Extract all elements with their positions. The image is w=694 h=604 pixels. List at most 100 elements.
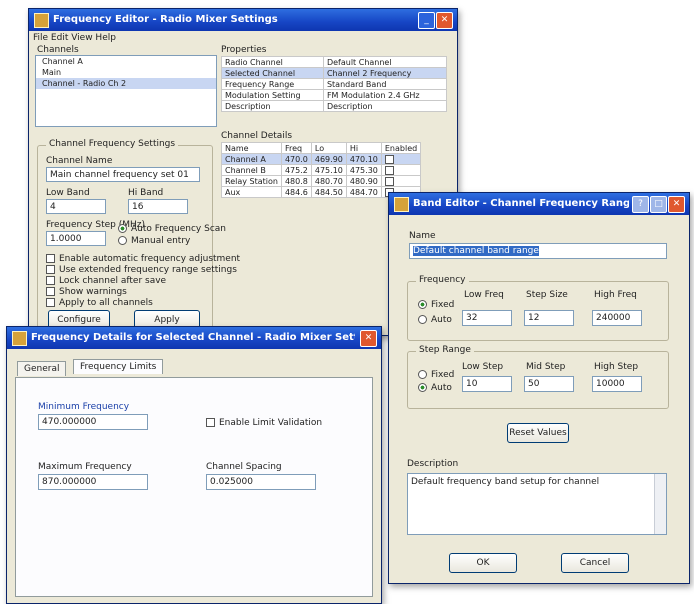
channel-list[interactable]: Channel A Main Channel - Radio Ch 2 (35, 55, 217, 127)
low-band-input[interactable]: 4 (46, 199, 106, 214)
option-label: Use extended frequency range settings (59, 265, 237, 275)
table-row[interactable]: Selected Channel Channel 2 Frequency (221, 67, 448, 79)
maximize-icon[interactable]: □ (650, 196, 667, 213)
cell: 480.8 (280, 175, 312, 187)
auto-option[interactable]: Auto (418, 315, 452, 325)
main-window-title: Frequency Editor - Radio Mixer Settings (53, 14, 278, 25)
option-checkbox[interactable] (46, 254, 55, 263)
main-menu-bar[interactable]: File Edit View Help (33, 33, 116, 43)
table-row[interactable]: Radio Channel Default Channel (221, 56, 448, 68)
high-step-input[interactable]: 10000 (592, 376, 642, 392)
enabled-cell[interactable] (380, 164, 422, 176)
manual-radio[interactable] (118, 236, 127, 245)
low-step-input[interactable]: 10 (462, 376, 512, 392)
prop-value[interactable]: Channel 2 Frequency (322, 67, 448, 79)
auto-step-radio[interactable] (418, 383, 427, 392)
prop-value[interactable]: Standard Band (322, 78, 448, 90)
limit-validation-option[interactable]: Enable Limit Validation (206, 418, 322, 428)
low-freq-header: Low Freq (464, 290, 504, 300)
step-input[interactable]: 1.0000 (46, 231, 106, 246)
description-textarea[interactable]: Default frequency band setup for channel (407, 473, 667, 535)
properties-label: Properties (221, 45, 267, 55)
option-2[interactable]: Use extended frequency range settings (46, 265, 237, 275)
low-freq-input[interactable]: 32 (462, 310, 512, 326)
table-row[interactable]: Channel A 470.0 469.90 470.10 (221, 153, 422, 165)
minimize-icon[interactable]: _ (418, 12, 435, 29)
tab-frequency-limits[interactable]: Frequency Limits (73, 359, 164, 374)
prop-value[interactable]: FM Modulation 2.4 GHz (322, 89, 448, 101)
cell: 469.90 (310, 153, 347, 165)
option-5[interactable]: Apply to all channels (46, 298, 153, 308)
frequency-dialog-title-bar[interactable]: Frequency Details for Selected Channel -… (7, 327, 381, 349)
cancel-button[interactable]: Cancel (561, 553, 629, 573)
hi-band-input[interactable]: 16 (128, 199, 188, 214)
tab-general[interactable]: General (17, 361, 67, 376)
reset-values-button[interactable]: Reset Values (507, 423, 569, 443)
high-freq-input[interactable]: 240000 (592, 310, 642, 326)
enabled-cell[interactable] (380, 153, 422, 165)
column-header[interactable]: Name (221, 142, 282, 154)
cell: Aux (221, 186, 282, 198)
option-3[interactable]: Lock channel after save (46, 276, 166, 286)
band-name-input[interactable]: Default channel band range (409, 243, 667, 259)
table-row[interactable]: Description Description (221, 100, 448, 112)
enabled-checkbox[interactable] (384, 165, 394, 175)
table-row[interactable]: Channel B 475.2 475.10 475.30 (221, 164, 422, 176)
scrollbar[interactable] (654, 474, 666, 534)
enabled-checkbox[interactable] (384, 176, 394, 186)
table-row[interactable]: Relay Station 480.8 480.70 480.90 (221, 175, 422, 187)
prop-value[interactable]: Default Channel (322, 56, 448, 68)
auto-step-option[interactable]: Auto (418, 383, 452, 393)
auto-radio[interactable] (418, 315, 427, 324)
close-icon[interactable]: ✕ (436, 12, 453, 29)
low-step-header: Low Step (462, 362, 504, 372)
high-step-header: High Step (594, 362, 639, 372)
auto-scan-radio[interactable] (118, 224, 127, 233)
enabled-cell[interactable] (380, 175, 422, 187)
fixed-radio[interactable] (418, 300, 427, 309)
list-item[interactable]: Channel - Radio Ch 2 (36, 78, 216, 89)
fixed-option[interactable]: Fixed (418, 300, 454, 310)
channel-name-input[interactable]: Main channel frequency set 01 (46, 167, 200, 182)
option-label: Lock channel after save (59, 276, 167, 286)
option-checkbox[interactable] (46, 265, 55, 274)
option-checkbox[interactable] (46, 287, 55, 296)
ok-button[interactable]: OK (449, 553, 517, 573)
prop-key: Modulation Setting (221, 89, 324, 101)
main-title-bar[interactable]: Frequency Editor - Radio Mixer Settings … (29, 9, 457, 31)
close-icon[interactable]: ✕ (360, 330, 377, 347)
help-icon[interactable]: ? (632, 196, 649, 213)
option-4[interactable]: Show warnings (46, 287, 127, 297)
fixed-step-radio[interactable] (418, 370, 427, 379)
hi-band-label: Hi Band (128, 188, 164, 198)
manual-option[interactable]: Manual entry (118, 236, 190, 246)
auto-label: Auto (431, 315, 452, 325)
table-header-row: Name Freq Lo Hi Enabled (221, 142, 422, 154)
band-dialog-title-bar[interactable]: Band Editor - Channel Frequency Range Se… (389, 193, 689, 215)
table-row[interactable]: Frequency Range Standard Band (221, 78, 448, 90)
step-size-input[interactable]: 12 (524, 310, 574, 326)
fixed-step-option[interactable]: Fixed (418, 370, 454, 380)
option-checkbox[interactable] (46, 276, 55, 285)
enabled-checkbox[interactable] (384, 154, 394, 164)
maximum-frequency-input[interactable]: 870.000000 (38, 474, 148, 490)
list-item[interactable]: Main (36, 67, 216, 78)
column-header[interactable]: Hi (345, 142, 382, 154)
option-checkbox[interactable] (46, 298, 55, 307)
mid-step-input[interactable]: 50 (524, 376, 574, 392)
channel-spacing-input[interactable]: 0.025000 (206, 474, 316, 490)
column-header[interactable]: Freq (280, 142, 312, 154)
auto-scan-option[interactable]: Auto Frequency Scan (118, 224, 226, 234)
option-1[interactable]: Enable automatic frequency adjustment (46, 254, 240, 264)
cell: 480.70 (310, 175, 347, 187)
fixed-label: Fixed (431, 300, 455, 310)
close-icon[interactable]: ✕ (668, 196, 685, 213)
limit-validation-checkbox[interactable] (206, 418, 215, 427)
column-header[interactable]: Lo (310, 142, 347, 154)
minimum-frequency-input[interactable]: 470.000000 (38, 414, 148, 430)
prop-value[interactable]: Description (322, 100, 448, 112)
list-item[interactable]: Channel A (36, 56, 216, 67)
column-header[interactable]: Enabled (380, 142, 422, 154)
band-name-value: Default channel band range (413, 246, 539, 256)
table-row[interactable]: Modulation Setting FM Modulation 2.4 GHz (221, 89, 448, 101)
